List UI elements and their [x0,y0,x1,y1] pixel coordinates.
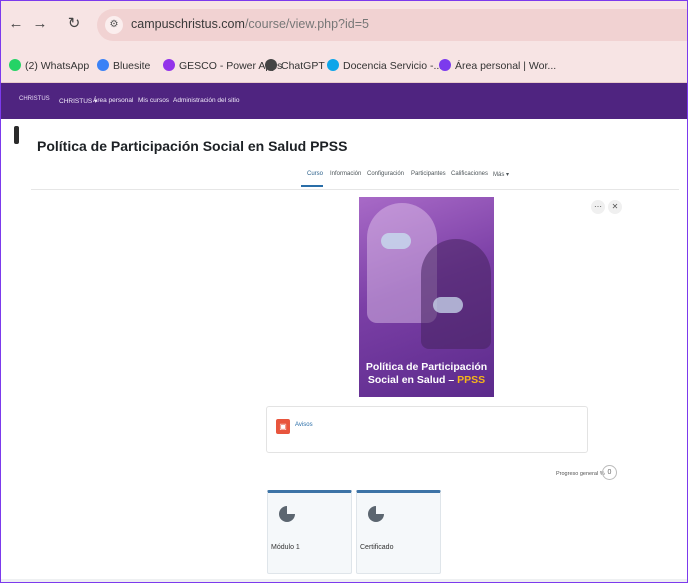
course-image: Política de Participación Social en Salu… [359,197,494,397]
url-text[interactable]: campuschristus.com/course/view.php?id=5 [131,17,369,31]
reload-icon[interactable]: ↻ [65,15,83,33]
browser-window: ← → ↻ ⚙ campuschristus.com/course/view.p… [0,0,688,583]
drawer-toggle-handle[interactable] [14,126,19,144]
site-settings-icon[interactable]: ⚙ [105,16,123,34]
activity-avisos[interactable]: ▣ Avisos [266,406,588,453]
tab-mas[interactable]: Más ▾ [493,171,509,178]
progress-label: Progreso general % [556,471,605,477]
footer-edge [1,579,687,582]
bookmark-label: (2) WhatsApp [25,60,90,72]
nav-item-mis-cursos[interactable]: Mis cursos [138,97,169,104]
tab-participantes[interactable]: Participantes [411,171,446,177]
forum-icon: ▣ [276,419,290,434]
bookmark-docencia[interactable]: Docencia Servicio -... [327,59,442,72]
tab-calificaciones[interactable]: Calificaciones [451,171,488,177]
site-logo[interactable]: CHRISTUS [19,96,50,102]
tab-informacion[interactable]: Información [330,171,361,177]
url-host: campuschristus.com [131,17,245,31]
nav-item-administracion[interactable]: Administración del sitio [173,97,239,104]
section-card-certificado[interactable]: Certificado [356,490,441,574]
bookmark-label: Bluesite [113,60,151,72]
active-tab-indicator [301,185,323,187]
tab-configuracion[interactable]: Configuración [367,171,404,177]
bookmark-area-personal[interactable]: Área personal | Wor... [439,59,556,72]
more-options-icon[interactable]: ⋯ [591,200,605,214]
image-title-line2: Social en Salud – PPSS [359,374,494,387]
browser-toolbar: ← → ↻ ⚙ campuschristus.com/course/view.p… [1,1,687,49]
bookmark-label: ChatGPT [281,60,325,72]
address-bar[interactable]: ⚙ campuschristus.com/course/view.php?id=… [97,9,687,41]
doctor-mask [381,233,411,249]
bluesite-icon [97,59,109,71]
bookmark-label: Docencia Servicio -... [343,60,443,72]
site-navbar: CHRISTUS CHRISTUS ▾ Área personal Mis cu… [1,83,687,119]
close-icon[interactable]: ✕ [608,200,622,214]
tab-curso[interactable]: Curso [307,171,323,177]
url-path: /course/view.php?id=5 [244,17,369,31]
pie-chart-icon [279,506,295,522]
image-title-line2-text: Social en Salud – [367,374,455,386]
chatgpt-icon [265,59,277,71]
section-card-modulo-1[interactable]: Módulo 1 [267,490,352,574]
bookmark-bluesite[interactable]: Bluesite [97,59,150,72]
pie-chart-icon [368,506,384,522]
image-title-line1: Política de Participación [365,361,488,373]
activity-name-link[interactable]: Avisos [295,422,313,428]
nav-item-christus[interactable]: CHRISTUS ▾ [59,97,97,105]
bookmark-label: Área personal | Wor... [455,60,557,72]
bookmark-chatgpt[interactable]: ChatGPT [265,59,325,72]
bookmarks-bar: (2) WhatsApp Bluesite GESCO - Power Apps… [1,49,687,83]
back-arrow-icon[interactable]: ← [7,15,25,33]
section-name[interactable]: Módulo 1 [271,544,300,551]
moodle-icon [439,59,451,71]
image-title-accent: PPSS [457,374,486,386]
patient-figure [421,239,491,349]
forward-arrow-icon[interactable]: → [31,15,49,33]
header-divider [31,189,679,190]
nav-item-area-personal[interactable]: Área personal [93,97,133,104]
patient-mask [433,297,463,313]
section-name[interactable]: Certificado [360,544,393,551]
whatsapp-icon [9,59,21,71]
page-title: Política de Participación Social en Salu… [37,138,348,154]
progress-ring: 0 [602,465,617,480]
bookmark-whatsapp[interactable]: (2) WhatsApp [9,59,89,72]
power-apps-icon [163,59,175,71]
cloud-icon [327,59,339,71]
